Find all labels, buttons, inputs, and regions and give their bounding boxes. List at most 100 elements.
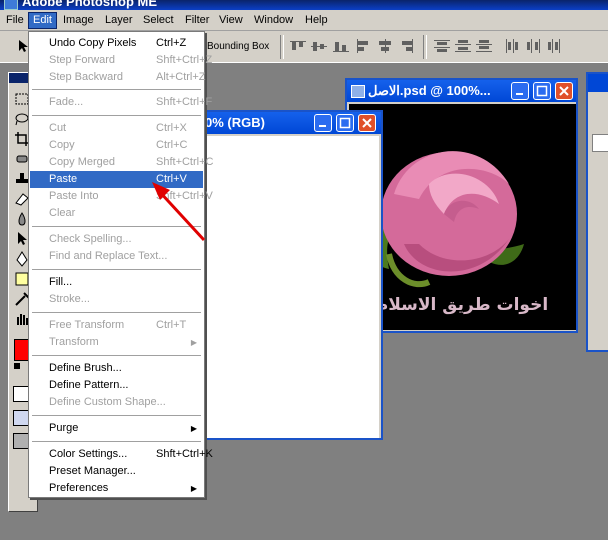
align-vcenter-icon[interactable] (311, 39, 327, 53)
edit-menu-dropdown: Undo Copy Pixels Ctrl+Z Step Forward Shft+C… (28, 31, 213, 498)
menu-separator (32, 115, 201, 116)
distribute-right-icon[interactable] (547, 39, 563, 53)
menu-filter[interactable]: Filter (181, 13, 213, 28)
menu-item-label: Cut (49, 122, 67, 134)
close-button[interactable] (555, 82, 573, 100)
menu-item-label: Define Custom Shape... (49, 396, 166, 408)
menu-item-undo-copy-pixels[interactable]: Undo Copy Pixels Ctrl+Z (30, 35, 203, 52)
menu-item-shortcut: Shft+Ctrl+F (156, 96, 213, 108)
menu-select[interactable]: Select (139, 13, 178, 28)
menu-item-shortcut: Ctrl+X (156, 122, 187, 134)
red-arrow-annotation (152, 182, 206, 242)
menu-item-fade[interactable]: Fade... Shft+Ctrl+F (30, 94, 212, 111)
new-window-title: 0% (RGB) (205, 115, 265, 130)
menu-item-label: Free Transform (49, 319, 125, 331)
align-left-icon[interactable] (356, 39, 372, 53)
menu-item-define-custom-shape[interactable]: Define Custom Shape... (30, 394, 203, 411)
menu-item-label: Fade... (49, 96, 84, 108)
menu-item-shortcut: Shft+Ctrl+C (156, 156, 214, 168)
rose-caption: اخوات طريق الاسلام (376, 295, 548, 315)
menu-item-shortcut: Ctrl+T (156, 319, 187, 331)
distribute-top-icon[interactable] (434, 39, 450, 53)
menu-item-label: Fill... (49, 276, 73, 288)
menu-item-define-pattern[interactable]: Define Pattern... (30, 377, 203, 394)
menu-item-label: Copy (49, 139, 75, 151)
rose-canvas[interactable]: اخوات طريق الاسلام (349, 104, 576, 330)
minimize-button[interactable] (511, 82, 529, 100)
menu-item-purge[interactable]: Purge ▶ (30, 420, 203, 437)
submenu-arrow-icon: ▶ (190, 338, 197, 347)
menu-item-label: Find and Replace Text... (49, 250, 168, 262)
menu-item-color-settings[interactable]: Color Settings... Shft+Ctrl+K (30, 446, 213, 463)
menu-item-shortcut: Shft+Ctrl+K (156, 448, 213, 460)
menu-item-label: Define Brush... (49, 362, 122, 374)
menu-item-shortcut: Ctrl+C (156, 139, 188, 151)
separator (280, 35, 284, 59)
menu-item-copy[interactable]: Copy Ctrl+C (30, 137, 203, 154)
close-button[interactable] (358, 114, 376, 132)
menu-item-label: Copy Merged (49, 156, 116, 168)
menu-item-label: Step Forward (49, 54, 116, 66)
align-bottom-icon[interactable] (333, 39, 349, 53)
minimize-button[interactable] (314, 114, 332, 132)
app-title-bar: Adobe Photoshop ME (0, 0, 608, 10)
menu-item-label: Preferences (49, 482, 109, 494)
menu-item-shortcut: Shft+Ctrl+Z (156, 54, 213, 66)
menu-item-transform[interactable]: Transform ▶ (30, 334, 203, 351)
app-title: Adobe Photoshop ME (22, 0, 158, 9)
menu-separator (32, 415, 201, 416)
eye-icon[interactable] (592, 134, 608, 152)
menu-item-label: Paste Into (49, 190, 99, 202)
menu-item-cut[interactable]: Cut Ctrl+X (30, 120, 203, 137)
menu-item-find-and-replace-text[interactable]: Find and Replace Text... (30, 248, 203, 265)
menu-item-label: Preset Manager... (49, 465, 136, 477)
menu-item-shortcut: Alt+Ctrl+Z (156, 71, 206, 83)
menu-item-label: Check Spelling... (49, 233, 132, 245)
menu-image[interactable]: Image (59, 13, 98, 28)
layers-panel (586, 72, 608, 352)
menu-item-preset-manager[interactable]: Preset Manager... (30, 463, 203, 480)
menu-separator (32, 355, 201, 356)
menu-item-fill[interactable]: Fill... (30, 274, 203, 291)
menu-item-label: Undo Copy Pixels (49, 37, 137, 49)
menu-help[interactable]: Help (301, 13, 332, 28)
distribute-bottom-icon[interactable] (476, 39, 492, 53)
menu-item-preferences[interactable]: Preferences ▶ (30, 480, 203, 497)
menu-layer[interactable]: Layer (101, 13, 137, 28)
menu-bar: File Edit Image Layer Select Filter View… (0, 10, 608, 31)
align-hcenter-icon[interactable] (377, 39, 393, 53)
distribute-left-icon[interactable] (505, 39, 521, 53)
rose-window-title: الاصل.psd @ 100%... (368, 83, 491, 98)
menu-file[interactable]: File (2, 13, 28, 28)
menu-item-label: Purge (49, 422, 79, 434)
distribute-vcenter-icon[interactable] (455, 39, 471, 53)
menu-view[interactable]: View (215, 13, 247, 28)
menu-item-label: Define Pattern... (49, 379, 129, 391)
panel-title-bar (588, 74, 608, 92)
menu-separator (32, 441, 201, 442)
menu-item-copy-merged[interactable]: Copy Merged Shft+Ctrl+C (30, 154, 213, 171)
menu-window[interactable]: Window (250, 13, 297, 28)
submenu-arrow-icon: ▶ (190, 424, 197, 433)
menu-item-step-backward[interactable]: Step Backward Alt+Ctrl+Z (30, 69, 206, 86)
default-colors-icon[interactable] (14, 363, 20, 369)
menu-separator (32, 269, 201, 270)
menu-item-free-transform[interactable]: Free Transform Ctrl+T (30, 317, 203, 334)
bounding-box-label[interactable]: Bounding Box (207, 41, 269, 52)
menu-item-label: Transform (49, 336, 99, 348)
menu-item-shortcut: Ctrl+Z (156, 37, 187, 49)
separator (423, 35, 427, 59)
maximize-button[interactable] (533, 82, 551, 100)
menu-item-stroke[interactable]: Stroke... (30, 291, 203, 308)
align-right-icon[interactable] (398, 39, 414, 53)
menu-edit[interactable]: Edit (28, 12, 57, 29)
menu-separator (32, 312, 201, 313)
distribute-hcenter-icon[interactable] (526, 39, 542, 53)
align-top-icon[interactable] (290, 39, 306, 53)
document-icon (351, 85, 365, 99)
menu-item-step-forward[interactable]: Step Forward Shft+Ctrl+Z (30, 52, 212, 69)
menu-item-label: Clear (49, 207, 76, 219)
photoshop-icon (4, 0, 18, 10)
menu-item-define-brush[interactable]: Define Brush... (30, 360, 203, 377)
maximize-button[interactable] (336, 114, 354, 132)
